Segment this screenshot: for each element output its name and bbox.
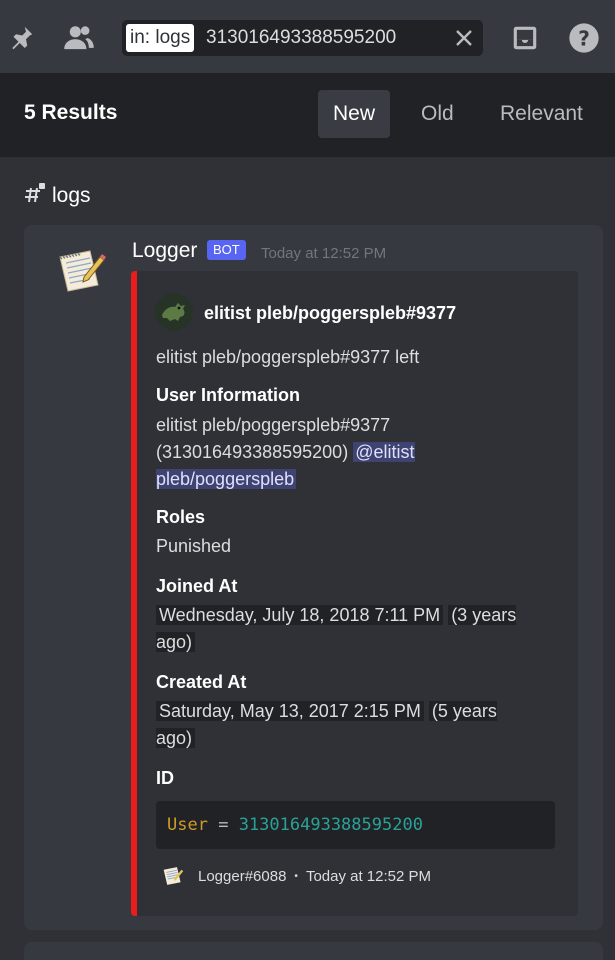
embed-footer: Logger#6088 • Today at 12:52 PM <box>161 865 431 887</box>
members-icon[interactable] <box>62 20 96 56</box>
field-user-information-value: elitist pleb/poggerspleb#9377 (313016493… <box>156 412 556 493</box>
close-icon[interactable] <box>453 27 475 49</box>
search-result-message-next[interactable] <box>24 942 603 960</box>
code-key: User <box>167 815 208 835</box>
inbox-icon[interactable] <box>508 20 542 56</box>
channel-name: logs <box>52 184 91 207</box>
help-icon[interactable]: ? <box>567 20 601 56</box>
joined-date: Wednesday, July 18, 2018 7:11 PM <box>156 605 444 625</box>
channel-header[interactable]: logs <box>24 180 91 212</box>
field-joined-name: Joined At <box>156 576 238 596</box>
created-date: Saturday, May 13, 2017 2:15 PM <box>156 701 424 721</box>
field-user-information-name: User Information <box>156 385 301 405</box>
bot-tag: BOT <box>207 240 246 260</box>
code-equals: = <box>218 815 229 835</box>
locked-channel-icon <box>24 182 46 210</box>
user-info-id: (313016493388595200) <box>156 442 349 462</box>
logger-avatar[interactable] <box>54 247 108 295</box>
results-count: 5 Results <box>24 101 118 124</box>
embed-author-avatar <box>155 293 193 331</box>
message-embed: elitist pleb/poggerspleb#9377 elitist pl… <box>131 271 578 916</box>
pin-icon[interactable] <box>4 20 38 56</box>
top-toolbar: in: logs 313016493388595200 ? <box>0 0 615 73</box>
sort-relevant-tab[interactable]: Relevant <box>485 90 598 138</box>
footer-text: Logger#6088 <box>198 867 287 885</box>
field-created-value: Saturday, May 13, 2017 2:15 PM (5 years … <box>156 698 536 752</box>
field-joined-value: Wednesday, July 18, 2018 7:11 PM (3 year… <box>156 602 536 656</box>
code-value: 313016493388595200 <box>238 815 423 835</box>
search-result-message[interactable]: Logger BOT Today at 12:52 PM elitist ple… <box>24 225 603 930</box>
field-roles-name: Roles <box>156 507 206 527</box>
id-codeblock: User = 313016493388595200 <box>156 801 555 849</box>
svg-text:?: ? <box>578 26 590 50</box>
sort-new-tab[interactable]: New <box>318 90 391 138</box>
sort-old-tab[interactable]: Old <box>406 90 469 138</box>
field-created-name: Created At <box>156 672 247 692</box>
footer-timestamp: Today at 12:52 PM <box>305 867 432 885</box>
field-id-name: ID <box>156 768 174 788</box>
footer-separator: • <box>294 870 298 882</box>
results-header: 5 Results New Old Relevant <box>0 73 615 157</box>
search-filter-chip[interactable]: in: logs <box>126 24 195 52</box>
footer-logger-icon <box>161 865 185 887</box>
field-roles-value: Punished <box>156 536 232 556</box>
message-author[interactable]: Logger <box>132 239 197 263</box>
user-info-line1: elitist pleb/poggerspleb#9377 <box>156 415 391 435</box>
search-input[interactable]: 313016493388595200 <box>206 20 396 56</box>
embed-author-name: elitist pleb/poggerspleb#9377 <box>204 303 457 323</box>
search-bar[interactable]: in: logs 313016493388595200 <box>122 20 483 56</box>
embed-description: elitist pleb/poggerspleb#9377 left <box>156 347 420 367</box>
message-timestamp: Today at 12:52 PM <box>261 245 387 262</box>
